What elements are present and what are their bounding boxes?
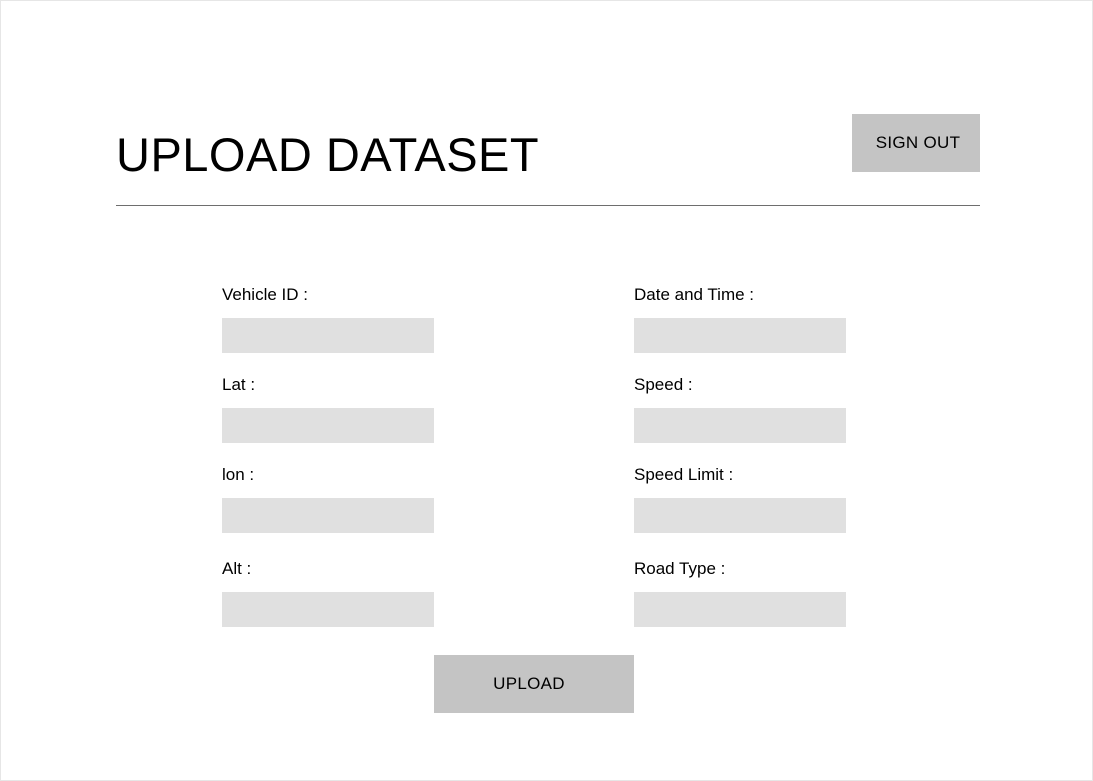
lat-label: Lat : bbox=[222, 375, 256, 394]
vehicle-id-label: Vehicle ID : bbox=[222, 285, 308, 304]
vehicle-id-input[interactable] bbox=[222, 318, 434, 353]
speed-input[interactable] bbox=[634, 408, 846, 443]
speed-label: Speed : bbox=[634, 375, 693, 394]
date-time-input[interactable] bbox=[634, 318, 846, 353]
lat-input[interactable] bbox=[222, 408, 434, 443]
alt-label: Alt : bbox=[222, 559, 252, 578]
lon-input[interactable] bbox=[222, 498, 434, 533]
road-type-input[interactable] bbox=[634, 592, 846, 627]
page-title: UPLOAD DATASET bbox=[116, 128, 540, 181]
speed-limit-input[interactable] bbox=[634, 498, 846, 533]
upload-button[interactable]: UPLOAD bbox=[434, 655, 634, 713]
alt-input[interactable] bbox=[222, 592, 434, 627]
date-time-label: Date and Time : bbox=[634, 285, 755, 304]
road-type-label: Road Type : bbox=[634, 559, 726, 578]
header-divider bbox=[116, 205, 980, 206]
speed-limit-label: Speed Limit : bbox=[634, 465, 734, 484]
lon-label: lon : bbox=[222, 465, 255, 484]
sign-out-button[interactable]: SIGN OUT bbox=[852, 114, 980, 172]
upload-dataset-page: UPLOAD DATASET SIGN OUT Vehicle ID : Dat… bbox=[0, 0, 1093, 781]
